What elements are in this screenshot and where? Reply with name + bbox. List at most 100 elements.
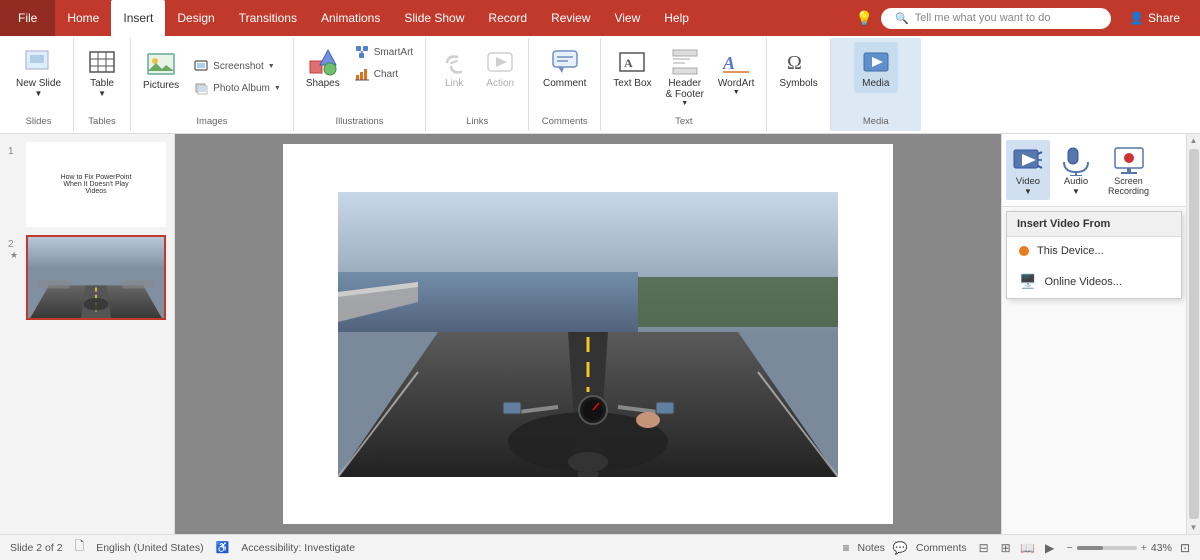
table-button[interactable]: Table ▼ [80, 42, 124, 102]
fit-page-icon[interactable]: ⊡ [1180, 541, 1190, 555]
zoom-in-btn[interactable]: + [1141, 542, 1147, 554]
slide-thumb-text-1: How to Fix PowerPointWhen It Doesn't Pla… [57, 170, 136, 199]
accessibility-icon: ♿ [216, 541, 230, 554]
wordart-button[interactable]: A WordArt ▼ [712, 42, 761, 100]
comment-label: Comment [543, 78, 586, 89]
slide-star-2: ★ [10, 250, 18, 261]
ribbon-group-illustrations: Shapes SmartArt [294, 38, 426, 131]
link-icon [438, 46, 470, 78]
ribbon-group-links: Link Action Links [426, 38, 529, 131]
video-button[interactable]: Video ▼ [1006, 140, 1050, 200]
menu-help[interactable]: Help [652, 0, 701, 36]
svg-text:A: A [624, 56, 633, 70]
audio-icon [1060, 144, 1092, 176]
lightbulb-icon[interactable]: 💡 [856, 10, 873, 27]
menu-design[interactable]: Design [165, 0, 226, 36]
new-slide-button[interactable]: New Slide ▼ [10, 42, 67, 102]
menu-right-area: 💡 🔍 Tell me what you want to do 👤 Share [846, 0, 1200, 36]
chart-button[interactable]: Chart [348, 64, 419, 84]
images-right-col: Screenshot ▼ Photo Album ▼ [187, 42, 287, 112]
menu-animations[interactable]: Animations [309, 0, 392, 36]
media-icon [860, 46, 892, 78]
text-group-label: Text [675, 112, 692, 127]
slide-thumb-2[interactable]: 2 ★ [8, 235, 166, 320]
menu-transitions[interactable]: Transitions [227, 0, 309, 36]
this-device-item[interactable]: This Device... [1007, 237, 1181, 265]
slides-items: New Slide ▼ [10, 42, 67, 112]
notes-label[interactable]: Notes [857, 542, 884, 554]
menu-record[interactable]: Record [476, 0, 539, 36]
chart-icon [354, 66, 370, 82]
link-button[interactable]: Link [432, 42, 476, 93]
right-panel: Video ▼ Audio ▼ [1001, 134, 1186, 534]
screenshot-label: Screenshot [213, 61, 264, 72]
reading-view-icon[interactable]: 📖 [1019, 539, 1037, 557]
audio-label: Audio [1064, 176, 1088, 187]
normal-view-icon[interactable]: ⊟ [975, 539, 993, 557]
menu-home[interactable]: Home [55, 0, 111, 36]
zoom-fill [1077, 546, 1103, 550]
slide-thumbnail-1[interactable]: How to Fix PowerPointWhen It Doesn't Pla… [26, 142, 166, 227]
comments-status-label[interactable]: Comments [916, 542, 967, 554]
online-videos-item[interactable]: 🖥️ Online Videos... [1007, 265, 1181, 298]
ribbon-group-media: Media Media [831, 38, 921, 131]
smartart-button[interactable]: SmartArt [348, 42, 419, 62]
text-box-button[interactable]: A Text Box [607, 42, 657, 93]
menu-review[interactable]: Review [539, 0, 602, 36]
status-right: ≡ Notes 💬 Comments ⊟ ⊞ 📖 ▶ − + 43% ⊡ [842, 539, 1190, 557]
slide-canvas[interactable] [283, 144, 893, 524]
svg-text:Ω: Ω [787, 52, 802, 74]
pictures-label: Pictures [143, 80, 179, 91]
chart-label: Chart [374, 69, 398, 80]
scroll-up-arrow[interactable]: ▲ [1190, 136, 1198, 145]
comments-items: Comment [537, 42, 592, 112]
menu-insert[interactable]: Insert [111, 0, 165, 36]
audio-button[interactable]: Audio ▼ [1054, 140, 1098, 200]
zoom-level: 43% [1151, 542, 1172, 554]
online-icon: 🖥️ [1019, 273, 1036, 290]
photo-album-button[interactable]: Photo Album ▼ [187, 78, 287, 98]
scroll-thumb[interactable] [1189, 149, 1199, 519]
header-footer-button[interactable]: Header & Footer ▼ [660, 42, 710, 111]
slide-thumbnail-2[interactable] [26, 235, 166, 320]
screenshot-icon [193, 58, 209, 74]
accessibility-label[interactable]: Accessibility: Investigate [241, 542, 355, 554]
symbols-button[interactable]: Ω Symbols [773, 42, 823, 93]
comment-icon [549, 46, 581, 78]
slide-panel: 1 How to Fix PowerPointWhen It Doesn't P… [0, 134, 175, 534]
device-dot-icon [1019, 246, 1029, 256]
tell-me-input[interactable]: 🔍 Tell me what you want to do [881, 8, 1111, 29]
pictures-button[interactable]: Pictures [137, 42, 185, 112]
slideshow-view-icon[interactable]: ▶ [1041, 539, 1059, 557]
links-items: Link Action [432, 42, 522, 112]
text-items: A Text Box Header & Footer ▼ [607, 42, 760, 112]
menu-file[interactable]: File [0, 0, 55, 36]
media-button[interactable]: Media [854, 42, 898, 93]
main-content: 1 How to Fix PowerPointWhen It Doesn't P… [0, 134, 1200, 534]
scrollbar-right: ▲ ▼ [1186, 134, 1200, 534]
menu-slideshow[interactable]: Slide Show [392, 0, 476, 36]
video-icon [1012, 144, 1044, 176]
zoom-out-btn[interactable]: − [1067, 542, 1073, 554]
slide-sorter-icon[interactable]: ⊞ [997, 539, 1015, 557]
comment-button[interactable]: Comment [537, 42, 592, 93]
tell-me-text: Tell me what you want to do [915, 12, 1051, 24]
share-button[interactable]: 👤 Share [1119, 11, 1190, 25]
scroll-down-arrow[interactable]: ▼ [1190, 523, 1198, 532]
screenshot-button[interactable]: Screenshot ▼ [187, 56, 287, 76]
action-button[interactable]: Action [478, 42, 522, 93]
screen-recording-button[interactable]: Screen Recording [1102, 140, 1155, 200]
ribbon-group-tables: Table ▼ Tables [74, 38, 131, 131]
tables-group-label: Tables [88, 112, 115, 127]
shapes-label: Shapes [306, 78, 340, 89]
zoom-slider[interactable] [1077, 546, 1137, 550]
fit-to-window-icon[interactable]: 🗋 [75, 537, 85, 558]
menu-view[interactable]: View [602, 0, 652, 36]
table-icon [86, 46, 118, 78]
header-footer-icon [669, 46, 701, 78]
person-icon: 👤 [1129, 11, 1144, 25]
shapes-button[interactable]: Shapes [300, 42, 346, 93]
screenshot-dropdown: ▼ [268, 63, 275, 70]
slide-thumb-1[interactable]: 1 How to Fix PowerPointWhen It Doesn't P… [8, 142, 166, 227]
search-icon: 🔍 [895, 12, 909, 25]
